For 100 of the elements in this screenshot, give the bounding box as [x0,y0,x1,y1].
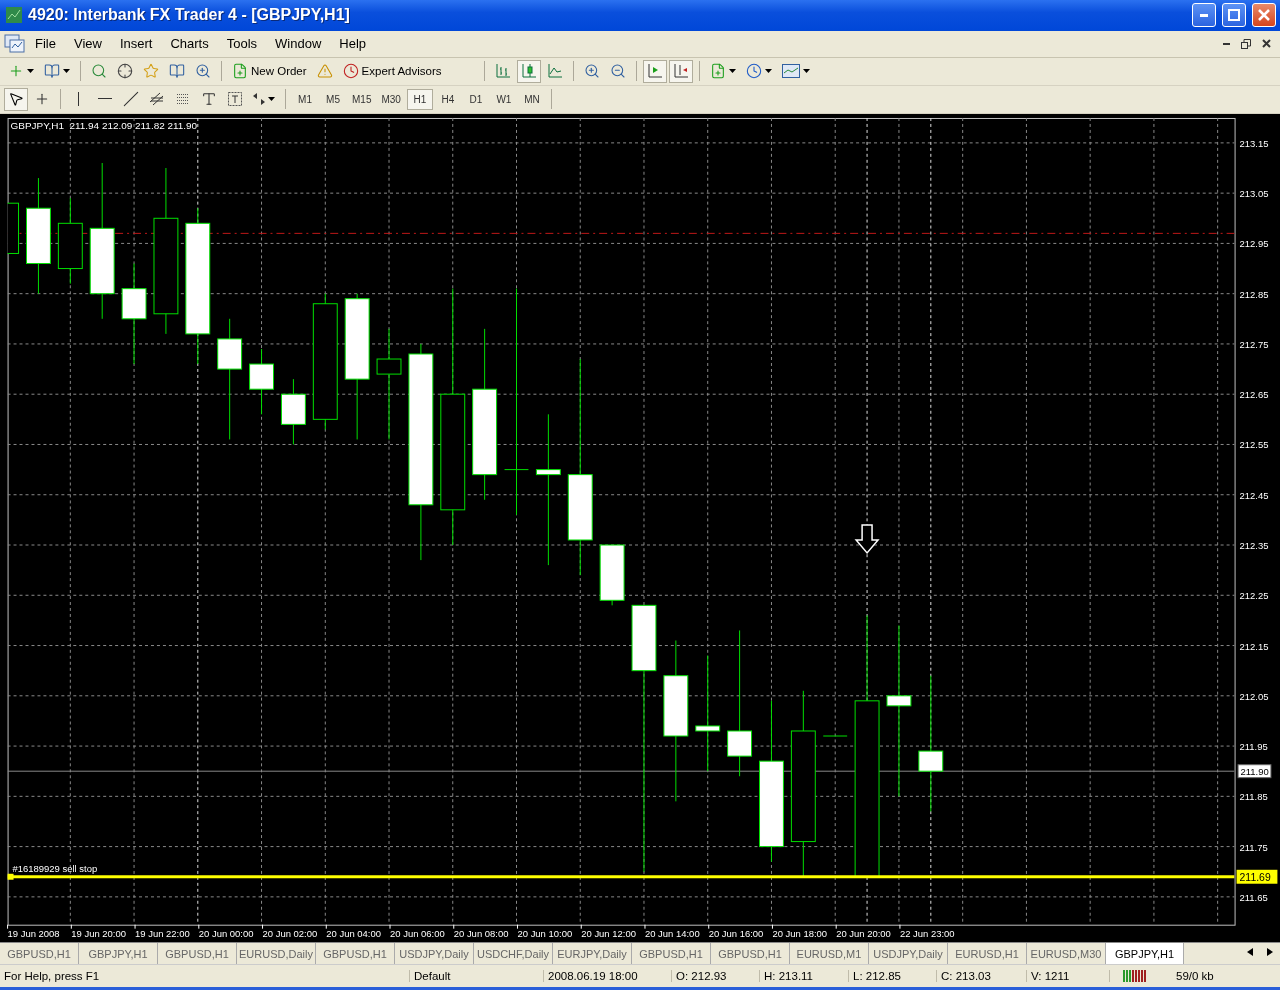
time-label: 20 Jun 02:00 [262,927,318,939]
candlestick [599,544,625,606]
chart-template-icon [781,64,800,79]
price-label: 212.55 [1239,439,1269,450]
menu-item[interactable]: File [26,36,65,52]
star-icon [143,63,159,80]
new-order-button[interactable]: New Order [228,59,311,83]
price-label: 212.75 [1239,338,1269,350]
status-volume: V: 1211 [1027,970,1110,983]
minimize-icon [1222,42,1230,45]
minimize-icon [1200,13,1208,17]
chart-header: GBPJPY,H1 211.94 212.09 211.82 211.90 [10,119,198,131]
fibonacci-icon [177,94,189,105]
status-traffic: 59/0 kb [1175,970,1215,983]
timeframe-button[interactable]: H1 [406,88,433,110]
chart-tab[interactable]: GBPJPY,H1 [1106,943,1184,965]
book-icon [169,63,185,80]
menu-item[interactable]: Help [330,36,376,52]
expert-advisors-button[interactable]: Expert Advisors [338,59,446,83]
app-icon [6,7,22,24]
chart-tab[interactable]: USDCHF,Daily [474,943,553,965]
bar-chart-icon [495,64,510,79]
magnifier-icon [195,63,211,80]
chart-window-icon[interactable] [4,33,26,54]
chart-type-button[interactable] [516,59,541,83]
auto-scroll-button[interactable] [642,59,667,83]
zoom-out-icon [609,63,626,80]
menu-item[interactable]: View [64,36,111,52]
right-arrow-icon [1267,948,1273,957]
price-label: 212.35 [1239,539,1269,551]
timeframe-button[interactable]: MN [518,88,545,110]
price-label: 212.65 [1239,388,1269,400]
vertical-line-icon [78,92,80,107]
price-label: 212.85 [1239,288,1269,300]
timeframe-button[interactable]: M15 [348,88,376,110]
status-low: L: 212.85 [849,970,937,983]
candlestick [249,348,274,415]
order-handle[interactable] [7,873,14,880]
caret-icon [764,69,772,74]
candlestick [7,202,20,254]
time-label: 20 Jun 00:00 [198,927,254,939]
time-label: 20 Jun 08:00 [453,927,509,939]
text-label-icon [228,92,242,107]
window-title: 4920: Interbank FX Trader 4 - [GBPJPY,H1] [28,6,351,25]
timeframe-button[interactable]: W1 [490,88,517,110]
chart-shift-button[interactable] [668,59,693,83]
status-help: For Help, press F1 [0,970,410,983]
timeframe-button[interactable]: M1 [292,88,318,110]
menu-item[interactable]: Charts [161,36,218,52]
caret-icon [268,97,275,102]
cursor-button[interactable] [4,87,28,111]
time-label: 20 Jun 12:00 [581,927,636,939]
timeframe-button[interactable]: M30 [377,88,405,110]
close-button[interactable] [1252,3,1276,28]
menu-item[interactable]: Tools [217,36,267,52]
warning-icon [316,63,333,80]
time-label: 20 Jun 18:00 [772,927,828,939]
timeframe-button[interactable]: D1 [462,88,489,110]
close-icon [1258,9,1270,22]
status-open: O: 212.93 [672,970,760,983]
price-label: 212.95 [1239,237,1269,249]
price-label: 212.05 [1239,690,1269,702]
axis-icon [647,64,662,79]
price-tag: 211.90 [1237,763,1272,778]
candlestick-icon [521,64,536,79]
time-label: 19 Jun 20:00 [71,927,126,939]
time-label: 22 Jun 23:00 [899,927,955,939]
time-label: 20 Jun 06:00 [390,927,445,939]
time-label: 19 Jun 22:00 [135,927,190,939]
chart-tab[interactable]: EURUSD,Daily [237,943,316,965]
order-label: #16189929 sell stop [12,862,98,874]
price-label: 211.75 [1239,841,1268,853]
search-icon [91,63,107,80]
connection-bars-icon [1123,970,1147,983]
timeframe-button[interactable]: H4 [434,88,461,110]
status-profile: Default [410,970,544,983]
menu-item[interactable]: Window [266,36,331,52]
price-label: 212.25 [1239,589,1269,601]
clock-icon [342,63,359,80]
line-chart-icon [547,64,562,79]
menu-item[interactable]: Insert [110,36,162,52]
horizontal-line-icon [98,98,112,101]
time-label: 20 Jun 10:00 [517,927,573,939]
file-plus-icon [232,63,248,80]
maximize-button[interactable] [1222,3,1246,28]
timeframe-button[interactable]: M5 [320,88,346,110]
cursor-icon [8,91,24,108]
left-arrow-icon [1247,948,1253,957]
status-close: C: 213.03 [937,970,1027,983]
candlestick [280,378,306,445]
maximize-icon [1228,9,1240,22]
time-label: 20 Jun 14:00 [645,927,700,939]
file-plus-icon [709,63,726,80]
zoom-in-icon [583,63,600,80]
crosshair-icon [117,63,133,80]
minimize-button[interactable] [1192,3,1216,28]
axis-icon [673,64,688,79]
caret-icon [802,69,810,74]
time-label: 20 Jun 04:00 [326,927,381,939]
price-label: 212.45 [1239,489,1269,501]
